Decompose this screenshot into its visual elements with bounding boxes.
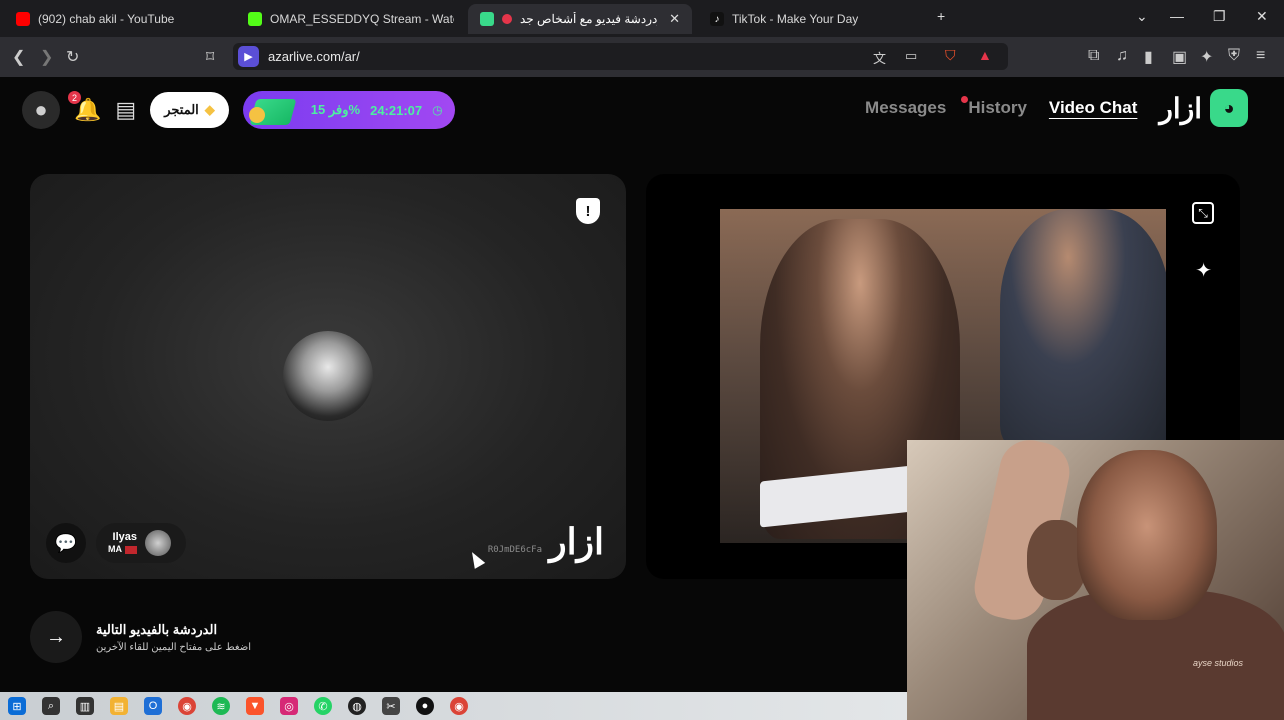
- profile-avatar-icon[interactable]: ●: [22, 91, 60, 129]
- brand-logo[interactable]: ازار ◕: [1159, 89, 1248, 127]
- maximize-button[interactable]: ❐: [1213, 8, 1226, 25]
- store-button[interactable]: المتجر ◆: [150, 92, 229, 128]
- search-icon[interactable]: ⌕: [42, 697, 60, 715]
- azar-logo-icon: ◕: [1210, 89, 1248, 127]
- next-chat-title: الدردشة بالفيديو التالية: [96, 621, 218, 637]
- minimize-button[interactable]: —: [1170, 8, 1184, 24]
- tab-label: (902) chab akil - YouTube: [38, 12, 175, 26]
- nav-history-label: History: [968, 98, 1027, 117]
- close-tab-icon[interactable]: ✕: [669, 11, 680, 27]
- morocco-flag-icon: [125, 545, 137, 554]
- peer-video-card: ! 💬 Ilyas MA R0JmDE6cFa ازار: [30, 174, 626, 579]
- app-icon[interactable]: ●: [416, 697, 434, 715]
- clock-icon: ◷: [432, 103, 443, 117]
- brand-wordmark: ازار: [1159, 92, 1202, 124]
- notification-badge: 2: [68, 91, 81, 104]
- tab-label: OMAR_ESSEDDYQ Stream - Watch Li: [270, 12, 454, 26]
- brave-icon[interactable]: ▼: [246, 697, 264, 715]
- person-right: [1000, 209, 1166, 449]
- inbox-box-icon[interactable]: ▤: [115, 97, 136, 123]
- bookmark-icon[interactable]: ⌑: [206, 47, 214, 67]
- menu-icon[interactable]: ≡: [1256, 47, 1265, 65]
- streamer-webcam-overlay: ayse studios: [907, 440, 1284, 720]
- tab-youtube[interactable]: (902) chab akil - YouTube: [4, 4, 234, 34]
- gem-icon: ◆: [204, 102, 215, 117]
- leo-icon[interactable]: ✦: [1200, 47, 1213, 67]
- back-icon[interactable]: ❮: [12, 47, 25, 67]
- instagram-icon[interactable]: ◎: [280, 697, 298, 715]
- promo-banner[interactable]: وفر 15% 24:21:07 ◷: [242, 91, 455, 129]
- next-chat-hint: اضغط على مفتاح اليمين للقاء الآخرين: [96, 641, 252, 653]
- next-chat-text: الدردشة بالفيديو التالية اضغط على مفتاح …: [96, 622, 251, 653]
- header-nav: Messages History Video Chat ازار ◕: [865, 89, 1248, 127]
- tab-label: TikTok - Make Your Day: [732, 12, 859, 26]
- kick-icon: [248, 12, 262, 26]
- brave-rewards-icon[interactable]: ▲: [978, 47, 992, 63]
- azar-watermark: ازار: [549, 521, 604, 562]
- header-left: ● 🔔 2 ▤ المتجر ◆ وفر 15% 24:21:07 ◷: [22, 91, 455, 129]
- wallet-icon[interactable]: ▣: [1172, 47, 1187, 67]
- reload-icon[interactable]: ↻: [66, 47, 79, 67]
- cast-icon[interactable]: ▭: [905, 48, 917, 64]
- promo-discount: وفر 15%: [310, 102, 361, 117]
- effects-wand-icon[interactable]: ✦: [1195, 258, 1212, 283]
- file-explorer-icon[interactable]: ▤: [110, 697, 128, 715]
- capcut-icon[interactable]: ✂: [382, 697, 400, 715]
- history-unread-dot: [961, 96, 969, 103]
- peer-name: Ilyas: [112, 531, 137, 543]
- address-bar[interactable]: ▶ azarlive.com/ar/ 文 ▭ ⛉ ▲: [233, 43, 1008, 70]
- nav-messages[interactable]: Messages: [865, 98, 946, 118]
- windows-taskbar: ⊞ ⌕ ▥ ▤ O ◉ ≋ ▼ ◎ ✆ ◍ ✂ ● ◉: [0, 692, 907, 720]
- peer-profile-pill[interactable]: Ilyas MA: [96, 523, 186, 563]
- extensions-icon[interactable]: ⧉: [1088, 47, 1099, 65]
- browser-tab-bar: (902) chab akil - YouTube OMAR_ESSEDDYQ …: [0, 0, 1284, 37]
- forward-icon[interactable]: ❯: [40, 47, 53, 67]
- peer-mini-avatar: [145, 530, 171, 556]
- tab-tiktok[interactable]: ♪ TikTok - Make Your Day: [698, 4, 928, 34]
- spotify-icon[interactable]: ≋: [212, 697, 230, 715]
- new-tab-button[interactable]: +: [937, 8, 945, 24]
- outlook-icon[interactable]: O: [144, 697, 162, 715]
- sidebar-icon[interactable]: ▮: [1144, 47, 1153, 67]
- recording-icon: [502, 14, 512, 24]
- nav-history[interactable]: History: [961, 96, 1027, 118]
- whatsapp-icon[interactable]: ✆: [314, 697, 332, 715]
- tiktok-icon: ♪: [710, 12, 724, 26]
- next-chat-button[interactable]: →: [30, 611, 82, 663]
- peer-avatar: [283, 331, 373, 421]
- tab-kick[interactable]: OMAR_ESSEDDYQ Stream - Watch Li: [236, 4, 466, 34]
- tab-azar[interactable]: أزاردردشة فيديو مع أشخاص جد ✕: [468, 4, 692, 34]
- obs-icon[interactable]: ◍: [348, 697, 366, 715]
- peer-country-code: MA: [108, 544, 122, 554]
- site-icon: ▶: [238, 46, 259, 67]
- shirt-text: ayse studios: [1193, 658, 1244, 668]
- peer-country: MA: [108, 544, 137, 555]
- azar-icon: [480, 12, 494, 26]
- task-view-icon[interactable]: ▥: [76, 697, 94, 715]
- next-chat-row: → الدردشة بالفيديو التالية اضغط على مفتا…: [30, 611, 251, 663]
- session-id: R0JmDE6cFa: [487, 545, 542, 555]
- notifications-bell-icon[interactable]: 🔔 2: [68, 91, 101, 123]
- media-icon[interactable]: ♫: [1116, 47, 1128, 65]
- store-label: المتجر: [164, 102, 199, 117]
- nav-video-chat[interactable]: Video Chat: [1049, 98, 1137, 118]
- exit-fullscreen-icon[interactable]: ⤡: [1192, 202, 1214, 224]
- chrome-icon-2[interactable]: ◉: [450, 697, 468, 715]
- chat-bubble-icon[interactable]: 💬: [46, 523, 86, 563]
- tab-label: أزاردردشة فيديو مع أشخاص جد: [520, 12, 658, 26]
- vpn-shield-icon[interactable]: ⛨: [1228, 47, 1240, 65]
- streamer-face: [1077, 450, 1217, 620]
- report-shield-icon[interactable]: !: [576, 198, 600, 224]
- start-icon[interactable]: ⊞: [8, 697, 26, 715]
- translate-icon[interactable]: 文: [873, 48, 886, 67]
- tab-list-chevron-icon[interactable]: ⌄: [1136, 8, 1148, 25]
- youtube-icon: [16, 12, 30, 26]
- close-window-button[interactable]: ✕: [1256, 8, 1268, 25]
- url-text[interactable]: azarlive.com/ar/: [268, 49, 360, 64]
- promo-timer: 24:21:07: [370, 102, 423, 118]
- chrome-icon[interactable]: ◉: [178, 697, 196, 715]
- brave-shield-icon[interactable]: ⛉: [945, 47, 956, 64]
- promo-gems-image: [248, 95, 301, 125]
